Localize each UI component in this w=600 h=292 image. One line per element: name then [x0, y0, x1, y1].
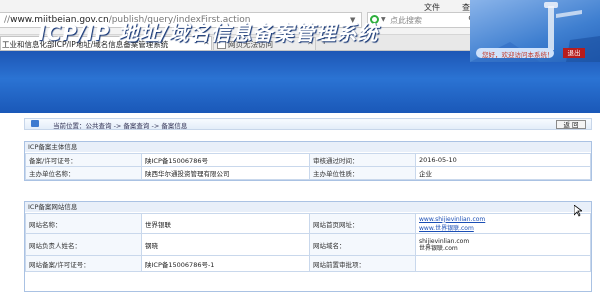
search-box[interactable]: ▼ 点此搜索 ⚲ — [367, 12, 479, 28]
page-title: ICP/IP 地址/域名信息备案管理系统 — [38, 21, 379, 45]
site-approval-label: 网站前置审批项： — [309, 255, 416, 272]
mouse-cursor-icon — [573, 204, 584, 219]
logout-button[interactable]: 退出 — [563, 48, 585, 58]
location-icon — [31, 120, 39, 127]
site-home-links: www.shijievinlian.com www.世界银联.com — [415, 213, 591, 234]
subject-info-table: 备案/许可证号： 陕ICP备15006786号 审核通过时间： 2016-05-… — [25, 153, 591, 180]
approval-date-value: 2016-05-10 — [415, 153, 591, 167]
site-license-label: 网站备案/许可证号： — [25, 255, 142, 272]
site-owner-label: 网站负责人姓名： — [25, 233, 142, 256]
organizer-type-label: 主办单位性质： — [309, 166, 416, 180]
site-home-link[interactable]: www.shijievinlian.com — [419, 216, 587, 223]
site-domain-label: 网站域名： — [309, 233, 416, 256]
site-name-value: 世界银联 — [141, 213, 310, 234]
table-row: 网站负责人姓名： 钢晓 网站域名： shijievinlian.com 世界银联… — [25, 233, 591, 256]
site-home-link[interactable]: www.世界银联.com — [419, 223, 587, 232]
table-row: 主办单位名称： 陕西华尔通投资管理有限公司 主办单位性质： 企业 — [25, 166, 591, 180]
breadcrumb: 当前位置：公共查询 -> 备案查询 -> 备案信息 — [53, 122, 188, 130]
site-domain: shijievinlian.com — [419, 237, 470, 245]
site-info-title: ICP备案网站信息 — [25, 202, 591, 212]
site-name-label: 网站名称： — [25, 213, 142, 234]
welcome-text: 您好，欢迎访问本系统！ — [482, 51, 554, 59]
site-approval-value — [415, 255, 591, 272]
search-input[interactable]: 点此搜索 — [390, 15, 422, 26]
organizer-name-label: 主办单位名称： — [25, 166, 142, 180]
approval-date-label: 审核通过时间： — [309, 153, 416, 167]
subject-info-title: ICP备案主体信息 — [25, 142, 591, 152]
site-info-table: 网站名称： 世界银联 网站首页网址： www.shijievinlian.com… — [25, 213, 591, 272]
site-license-value: 陕ICP备15006786号-1 — [141, 255, 310, 272]
table-row: 网站备案/许可证号： 陕ICP备15006786号-1 网站前置审批项： — [25, 255, 591, 272]
license-number-value: 陕ICP备15006786号 — [141, 153, 310, 167]
site-home-label: 网站首页网址： — [309, 213, 416, 234]
table-row: 网站名称： 世界银联 网站首页网址： www.shijievinlian.com… — [25, 213, 591, 234]
site-domain-list: shijievinlian.com 世界银联.com — [415, 233, 591, 256]
site-owner-value: 钢晓 — [141, 233, 310, 256]
site-domain: 世界银联.com — [419, 244, 458, 252]
back-button[interactable]: 返 回 — [556, 120, 586, 129]
organizer-name-value: 陕西华尔通投资管理有限公司 — [141, 166, 310, 180]
license-number-label: 备案/许可证号： — [25, 153, 142, 167]
table-row: 备案/许可证号： 陕ICP备15006786号 审核通过时间： 2016-05-… — [25, 153, 591, 167]
organizer-type-value: 企业 — [415, 166, 591, 180]
search-engine-dropdown-icon[interactable]: ▼ — [381, 16, 386, 23]
